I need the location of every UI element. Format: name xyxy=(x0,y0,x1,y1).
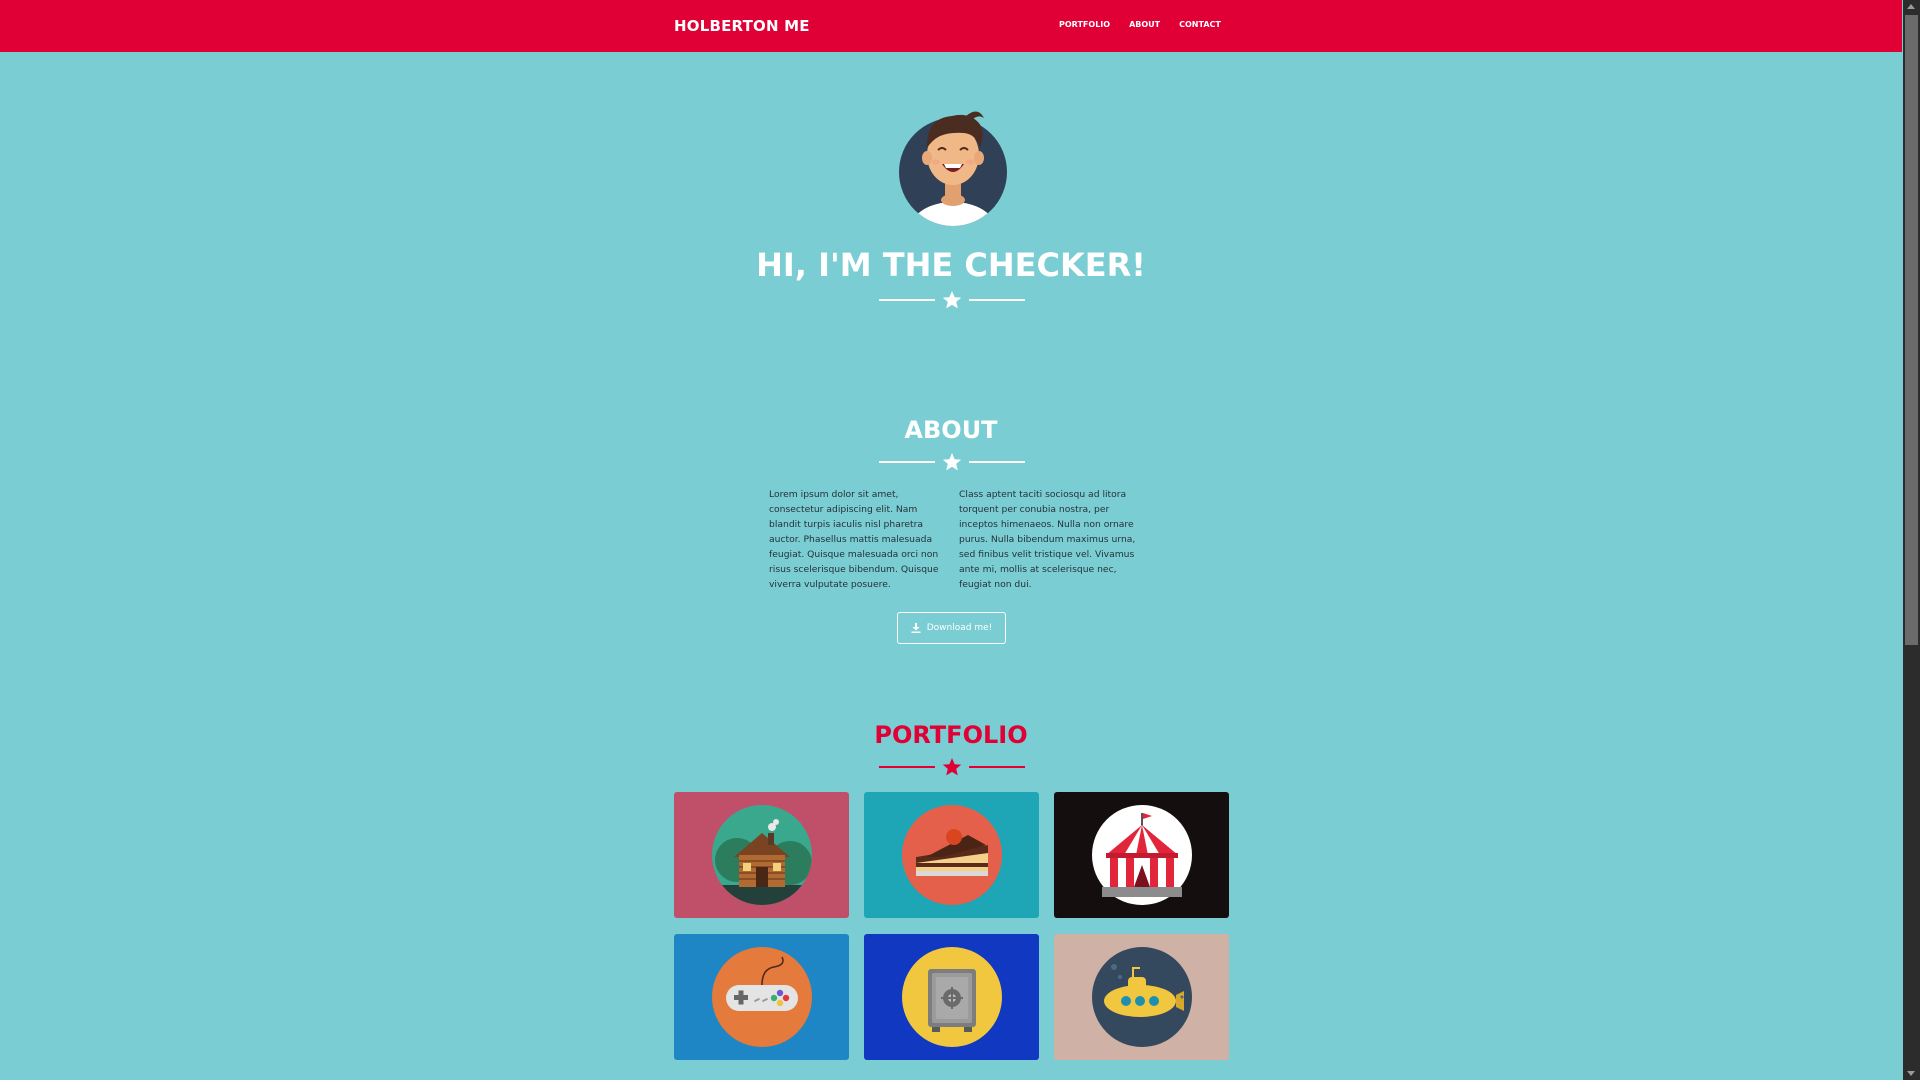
portfolio-item-submarine[interactable] xyxy=(1054,934,1229,1060)
safe-icon xyxy=(901,947,1002,1047)
star-icon xyxy=(942,758,962,776)
circus-tent-icon xyxy=(1091,805,1192,905)
star-divider xyxy=(879,291,1025,309)
scroll-down-arrow-icon[interactable] xyxy=(1907,1071,1915,1076)
download-button[interactable]: Download me! xyxy=(897,612,1006,644)
download-icon xyxy=(911,623,921,633)
star-icon xyxy=(942,291,962,309)
navbar: HOLBERTON ME PORTFOLIO ABOUT CONTACT xyxy=(0,0,1902,52)
about-text-left: Lorem ipsum dolor sit amet, consectetur … xyxy=(769,489,939,590)
download-button-label: Download me! xyxy=(926,623,993,633)
submarine-icon xyxy=(1091,947,1192,1047)
nav-about-link[interactable]: ABOUT xyxy=(1129,20,1160,29)
nav-contact-link[interactable]: CONTACT xyxy=(1179,20,1221,29)
portfolio-item-game-controller[interactable] xyxy=(674,934,849,1060)
star-icon xyxy=(942,453,962,471)
portfolio-item-cake[interactable] xyxy=(864,792,1039,918)
game-controller-icon xyxy=(711,947,812,1047)
about-text-right: Class aptent taciti sociosqu ad litora t… xyxy=(959,489,1136,590)
star-divider xyxy=(879,758,1025,776)
page-scrollbar[interactable] xyxy=(1903,0,1920,1080)
scroll-up-arrow-icon[interactable] xyxy=(1907,4,1915,9)
about-title: ABOUT xyxy=(904,416,998,444)
cake-icon xyxy=(901,805,1002,905)
portfolio-title: PORTFOLIO xyxy=(874,721,1028,749)
star-divider xyxy=(879,453,1025,471)
portfolio-item-safe[interactable] xyxy=(864,934,1039,1060)
brand-link[interactable]: HOLBERTON ME xyxy=(674,17,810,35)
portfolio-item-circus-tent[interactable] xyxy=(1054,792,1229,918)
portfolio-item-cabin[interactable] xyxy=(674,792,849,918)
nav-portfolio-link[interactable]: PORTFOLIO xyxy=(1059,20,1110,29)
scroll-thumb[interactable] xyxy=(1905,15,1918,645)
cabin-icon xyxy=(711,805,812,905)
avatar xyxy=(894,100,1012,228)
nav-links: PORTFOLIO ABOUT CONTACT xyxy=(1059,20,1240,29)
hero-title: HI, I'M THE CHECKER! xyxy=(756,246,1146,284)
